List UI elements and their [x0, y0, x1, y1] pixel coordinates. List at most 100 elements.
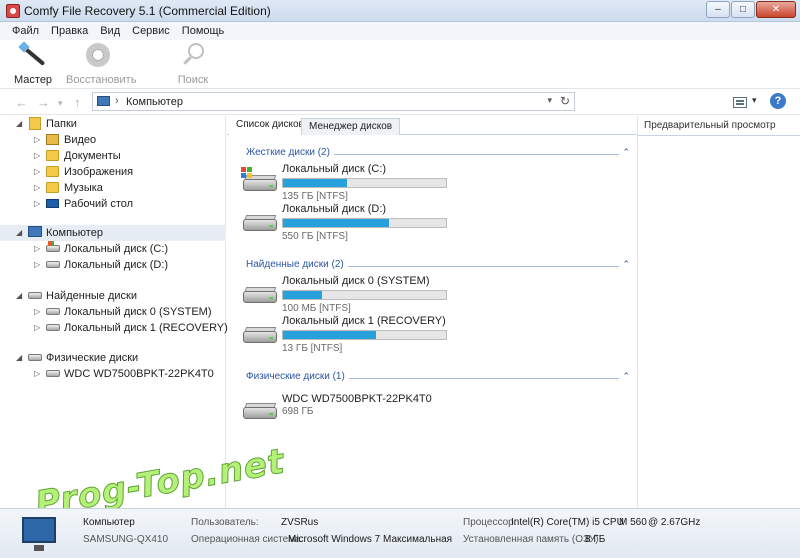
music-folder-icon [46, 182, 59, 193]
tree-item-desktop[interactable]: ▷ Рабочий стол [0, 196, 226, 212]
preview-panel: Предварительный просмотр [637, 116, 800, 508]
status-user: ZVSRus [281, 517, 319, 528]
view-mode-dropdown-icon[interactable]: ▾ [752, 95, 757, 106]
menu-file[interactable]: Файл [6, 22, 45, 40]
drive-icon [46, 308, 60, 315]
disk-item-found-1[interactable]: Локальный диск 1 (RECOVERY) 13 ГБ [NTFS] [239, 315, 629, 355]
back-arrow-icon[interactable]: ← [15, 95, 28, 110]
tree-item-found-0[interactable]: ▷ Локальный диск 0 (SYSTEM) [0, 304, 226, 320]
search-label: Поиск [177, 74, 209, 86]
view-mode-icon[interactable] [733, 97, 747, 108]
tab-disk-manager[interactable]: Менеджер дисков [301, 118, 401, 135]
tree-label: Музыка [64, 182, 103, 194]
section-header[interactable]: Жесткие диски (2) ⌃ [246, 147, 630, 161]
menu-edit[interactable]: Правка [45, 22, 94, 40]
tree-item-drive-d[interactable]: ▷ Локальный диск (D:) [0, 257, 226, 273]
status-user-label: Пользователь: [191, 517, 259, 528]
tree-item-computer[interactable]: ◢ Компьютер [0, 225, 226, 241]
drive-icon [241, 213, 277, 233]
menu-help[interactable]: Помощь [176, 22, 231, 40]
menu-service[interactable]: Сервис [126, 22, 176, 40]
menu-bar: Файл Правка Вид Сервис Помощь [0, 22, 800, 40]
disk-info: 135 ГБ [NTFS] [282, 191, 348, 202]
tree-label: Рабочий стол [64, 198, 134, 210]
status-cpu-label: Процессор: [463, 517, 517, 528]
expand-arrow-icon[interactable]: ▷ [34, 199, 40, 208]
history-dropdown-icon[interactable]: ▾ [58, 98, 63, 109]
drive-icon [241, 325, 277, 345]
search-icon [178, 42, 208, 70]
tree-item-physical-disks[interactable]: ◢ Физические диски [0, 350, 226, 366]
expand-arrow-icon[interactable]: ▷ [34, 183, 40, 192]
disk-item-d[interactable]: Локальный диск (D:) 550 ГБ [NTFS] [239, 203, 629, 243]
close-button[interactable]: ✕ [756, 1, 796, 18]
tree-item-documents[interactable]: ▷ Документы [0, 148, 226, 164]
forward-arrow-icon[interactable]: → [37, 95, 50, 110]
disk-info: 100 МБ [NTFS] [282, 303, 351, 314]
disk-list-panel: Жесткие диски (2) ⌃ Локальный диск (C:) … [227, 136, 637, 508]
collapse-arrow-icon[interactable]: ◢ [16, 353, 22, 362]
disk-name: Локальный диск 0 (SYSTEM) [282, 275, 430, 287]
breadcrumb-computer[interactable]: Компьютер [126, 96, 183, 108]
disk-info: 13 ГБ [NTFS] [282, 343, 343, 354]
search-button[interactable]: Поиск [175, 42, 211, 86]
section-title: Жесткие диски (2) [246, 147, 334, 158]
usage-bar-fill [283, 219, 389, 227]
navigation-bar: ← → ▾ ↑ › Компьютер ▾ ↻ ▾ ? [0, 89, 800, 115]
tree-item-folders[interactable]: ◢ Папки [0, 116, 226, 132]
expand-arrow-icon[interactable]: ▷ [34, 323, 40, 332]
collapse-arrow-icon[interactable]: ◢ [16, 119, 22, 128]
collapse-caret-icon[interactable]: ⌃ [619, 147, 630, 158]
section-title: Найденные диски (2) [246, 259, 348, 270]
drive-icon [46, 261, 60, 268]
expand-arrow-icon[interactable]: ▷ [34, 369, 40, 378]
help-icon[interactable]: ? [770, 93, 786, 109]
lifebuoy-icon [83, 42, 113, 70]
tree-label: Локальный диск (C:) [64, 243, 169, 255]
usage-bar [282, 290, 447, 300]
minimize-button[interactable]: – [706, 1, 730, 18]
collapse-caret-icon[interactable]: ⌃ [619, 259, 630, 270]
tab-bar: Список дисков Менеджер дисков [227, 116, 637, 135]
restore-label: Восстановить [66, 74, 137, 86]
menu-view[interactable]: Вид [94, 22, 126, 40]
preview-divider [638, 135, 800, 136]
tree-item-video[interactable]: ▷ Видео [0, 132, 226, 148]
tree-item-found-disks[interactable]: ◢ Найденные диски [0, 288, 226, 304]
tree-item-drive-c[interactable]: ▷ Локальный диск (C:) [0, 241, 226, 257]
address-dropdown-icon[interactable]: ▾ [547, 95, 552, 106]
disk-item-physical-0[interactable]: WDC WD7500BPKT-22PK4T0 698 ГБ [239, 391, 629, 431]
address-bar[interactable]: › Компьютер ▾ ↻ [92, 92, 575, 111]
up-arrow-icon[interactable]: ↑ [74, 95, 81, 110]
disk-item-c[interactable]: Локальный диск (C:) 135 ГБ [NTFS] [239, 163, 629, 203]
expand-arrow-icon[interactable]: ▷ [34, 260, 40, 269]
expand-arrow-icon[interactable]: ▷ [34, 307, 40, 316]
restore-button[interactable]: Восстановить [66, 42, 137, 86]
disk-item-found-0[interactable]: Локальный диск 0 (SYSTEM) 100 МБ [NTFS] [239, 275, 629, 315]
wizard-button[interactable]: Мастер [14, 41, 53, 86]
tree-item-music[interactable]: ▷ Музыка [0, 180, 226, 196]
preview-title: Предварительный просмотр [644, 120, 776, 131]
tree-label: Компьютер [46, 227, 103, 239]
collapse-arrow-icon[interactable]: ◢ [16, 291, 22, 300]
tree-item-found-1[interactable]: ▷ Локальный диск 1 (RECOVERY) [0, 320, 228, 336]
tree-item-physical-0[interactable]: ▷ WDC WD7500BPKT-22PK4T0 [0, 366, 226, 382]
drive-icon [46, 370, 60, 377]
expand-arrow-icon[interactable]: ▷ [34, 167, 40, 176]
tree-item-images[interactable]: ▷ Изображения [0, 164, 226, 180]
expand-arrow-icon[interactable]: ▷ [34, 244, 40, 253]
section-header[interactable]: Физические диски (1) ⌃ [246, 371, 630, 385]
section-header[interactable]: Найденные диски (2) ⌃ [246, 259, 630, 273]
maximize-button[interactable]: □ [731, 1, 755, 18]
collapse-caret-icon[interactable]: ⌃ [619, 371, 630, 382]
disk-name: WDC WD7500BPKT-22PK4T0 [282, 393, 432, 405]
collapse-arrow-icon[interactable]: ◢ [16, 228, 22, 237]
breadcrumb-separator: › [115, 95, 119, 107]
tab-disk-list[interactable]: Список дисков [229, 116, 311, 135]
wizard-label: Мастер [14, 74, 53, 86]
disk-name: Локальный диск 1 (RECOVERY) [282, 315, 446, 327]
expand-arrow-icon[interactable]: ▷ [34, 151, 40, 160]
refresh-icon[interactable]: ↻ [560, 94, 570, 108]
expand-arrow-icon[interactable]: ▷ [34, 135, 40, 144]
tree-label: Найденные диски [46, 290, 137, 302]
